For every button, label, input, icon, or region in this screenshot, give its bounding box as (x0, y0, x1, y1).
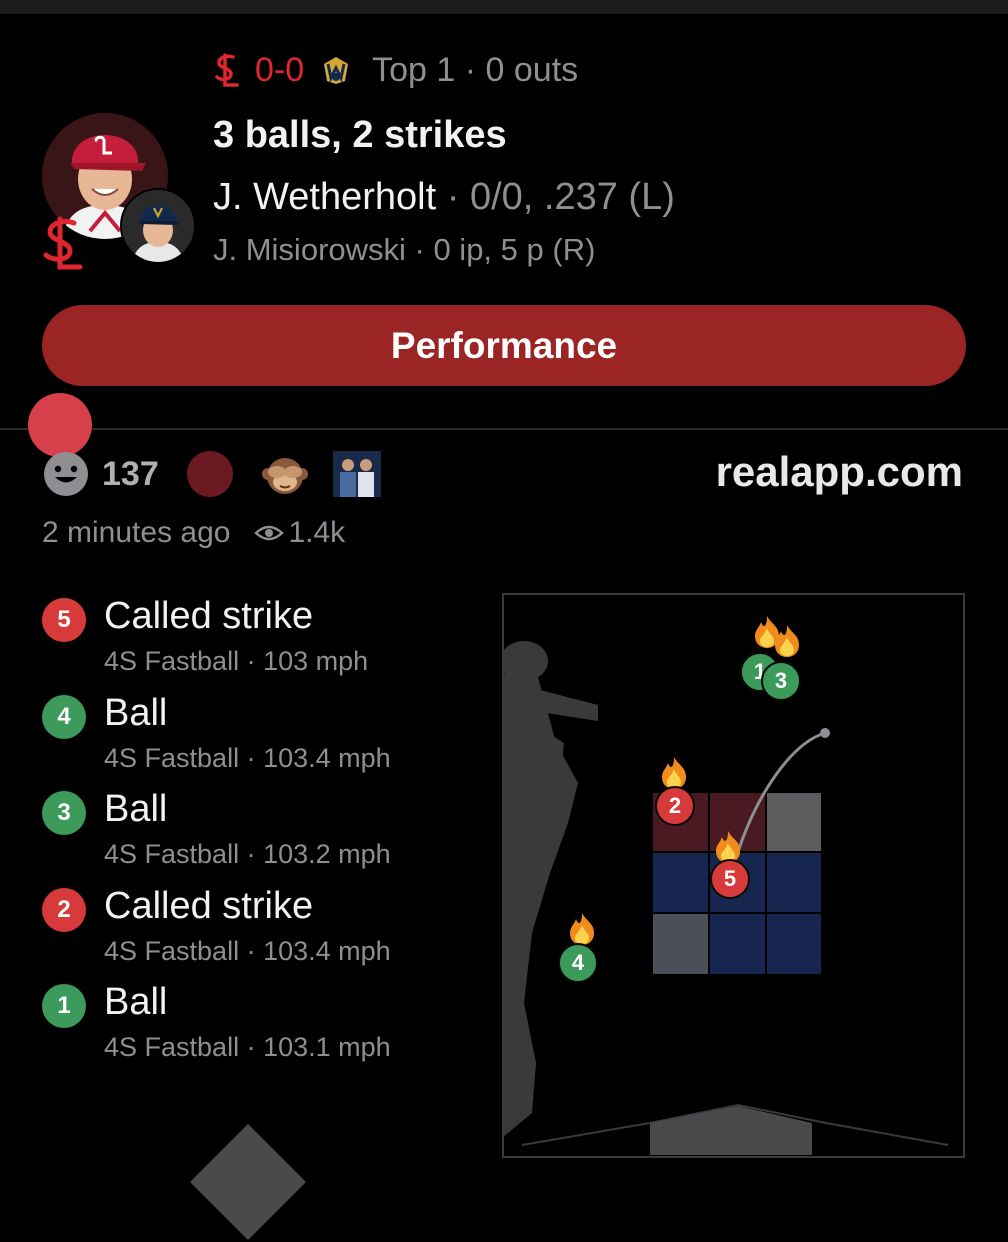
pitch-detail: 4S Fastball · 103.4 mph (104, 935, 391, 966)
pitch-speed: 103 mph (263, 646, 369, 676)
pitcher-avatar (120, 188, 196, 264)
pitch-speed: 103.2 mph (263, 839, 391, 869)
status-bar (0, 0, 1008, 14)
game-score: 0-0 (255, 50, 305, 89)
inning-status: Top 1 · 0 outs (372, 50, 579, 89)
pitch-result: Ball (104, 788, 168, 830)
smiley-reaction-icon[interactable] (42, 450, 90, 498)
zone-pitch-marker[interactable]: 5 (710, 859, 750, 899)
time-ago: 2 minutes ago (42, 516, 231, 549)
pitch-row[interactable]: 1 Ball 4S Fastball · 103.1 mph (42, 981, 482, 1081)
pitch-type: 4S Fastball (104, 742, 240, 773)
reaction-dot[interactable] (186, 451, 233, 497)
pitch-detail: 4S Fastball · 103.1 mph (104, 1032, 391, 1062)
performance-button[interactable]: Performance (42, 305, 966, 386)
zone-pitch-marker[interactable]: 3 (761, 661, 801, 701)
game-status-line: 0-0 Top 1 · 0 outs (213, 50, 578, 90)
red-dot-indicator (28, 393, 92, 457)
fire-icon (570, 913, 594, 945)
post-meta: 2 minutes ago 1.4k (42, 516, 345, 550)
pitch-type: 4S Fastball (104, 839, 240, 869)
cardinals-team-mark-icon (43, 216, 83, 270)
divider (0, 428, 1008, 430)
pitch-result: Ball (104, 981, 168, 1023)
pitch-row[interactable]: 3 Ball 4S Fastball · 103.2 mph (42, 788, 482, 888)
pitcher-line[interactable]: J. Misiorowski · 0 ip, 5 p (R) (213, 232, 595, 268)
pitch-type: 4S Fastball (104, 935, 240, 966)
pitch-row[interactable]: 5 Called strike 4S Fastball · 103 mph (42, 595, 482, 695)
pitch-detail: 4S Fastball · 103 mph (104, 646, 369, 676)
batter-name[interactable]: J. Wetherholt (213, 176, 436, 218)
pitch-detail: 4S Fastball · 103.2 mph (104, 839, 391, 869)
pitch-list: 5 Called strike 4S Fastball · 103 mph 4 … (42, 595, 482, 1081)
pitch-speed: 103.4 mph (263, 742, 391, 773)
batter-line: J. Wetherholt · 0/0, .237 (L) (213, 176, 675, 219)
zone-pitch-marker[interactable]: 2 (655, 786, 695, 826)
brewers-logo-icon (324, 57, 349, 84)
batter-stats: · 0/0, .237 (L) (436, 176, 675, 218)
pitch-speed: 103.1 mph (263, 1032, 391, 1062)
see-no-evil-monkey-icon[interactable] (261, 450, 309, 498)
pitch-type: 4S Fastball (104, 1032, 240, 1062)
pitch-row[interactable]: 4 Ball 4S Fastball · 103.4 mph (42, 691, 482, 792)
cardinals-logo-icon (215, 53, 239, 87)
site-link[interactable]: realapp.com (716, 448, 963, 496)
pitch-number-badge: 2 (42, 887, 86, 932)
reaction-count: 137 (102, 454, 159, 493)
photo-reaction-icon[interactable] (332, 451, 381, 497)
pitch-result: Called strike (104, 884, 314, 927)
pitch-row[interactable]: 2 Called strike 4S Fastball · 103.4 mph (42, 884, 482, 985)
pitch-count: 3 balls, 2 strikes (213, 114, 507, 156)
pitch-type: 4S Fastball (104, 646, 240, 676)
reactions-row: 137 (42, 450, 381, 498)
pitch-result: Ball (104, 691, 168, 734)
pitch-number-badge: 4 (42, 694, 86, 739)
strike-zone-panel: 1 3 2 5 4 (502, 593, 965, 1158)
pitch-number-badge: 5 (42, 598, 86, 642)
fire-icon (775, 625, 799, 657)
eye-icon (254, 525, 285, 541)
view-count: 1.4k (288, 516, 346, 549)
pitch-number-badge: 1 (42, 984, 86, 1028)
pitch-number-badge: 3 (42, 791, 86, 835)
pitch-result: Called strike (104, 595, 314, 637)
pitch-speed: 103.4 mph (263, 935, 391, 966)
pitch-detail: 4S Fastball · 103.4 mph (104, 742, 391, 773)
base-diamond-icon (190, 1124, 306, 1240)
zone-pitch-marker[interactable]: 4 (558, 943, 598, 983)
